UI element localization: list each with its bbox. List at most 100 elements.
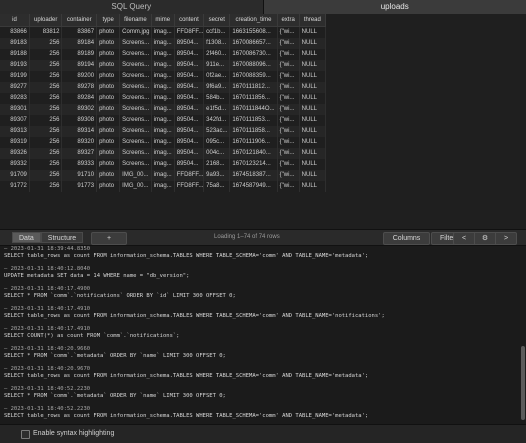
table-row[interactable]: 8919925689200photoScreens...imag...89504… [0,71,326,82]
table-cell-content[interactable]: 89504... [174,49,203,60]
table-cell-container[interactable]: 89314 [62,126,97,137]
table-row[interactable]: 8927725689278photoScreens...imag...89504… [0,82,326,93]
table-cell-extra[interactable]: {"wi... [277,71,299,82]
tab-sql-query[interactable]: SQL Query [0,0,263,14]
table-cell-thread[interactable]: NULL [299,148,325,159]
table-cell-uploader[interactable]: 256 [29,49,62,60]
table-cell-container[interactable]: 89302 [62,104,97,115]
table-cell-id[interactable]: 89307 [0,115,29,126]
table-cell-creation-time[interactable]: 1670111812... [230,82,277,93]
table-cell-secret[interactable]: 004c... [204,148,230,159]
table-cell-container[interactable]: 91773 [62,181,97,192]
table-cell-id[interactable]: 89283 [0,93,29,104]
table-cell-container[interactable]: 89308 [62,115,97,126]
table-cell-type[interactable]: photo [97,49,120,60]
table-cell-creation-time[interactable]: 1674587949... [230,181,277,192]
table-cell-id[interactable]: 91709 [0,170,29,181]
table-cell-container[interactable]: 91710 [62,170,97,181]
table-cell-secret[interactable]: 342fd... [204,115,230,126]
column-header-creation-time[interactable]: creation_time [230,14,277,27]
table-cell-mime[interactable]: imag... [151,170,174,181]
table-cell-container[interactable]: 89200 [62,71,97,82]
table-cell-container[interactable]: 89189 [62,49,97,60]
table-cell-mime[interactable]: imag... [151,60,174,71]
table-cell-thread[interactable]: NULL [299,137,325,148]
table-cell-container[interactable]: 89284 [62,93,97,104]
table-cell-container[interactable]: 89278 [62,82,97,93]
table-cell-container[interactable]: 89333 [62,159,97,170]
table-cell-content[interactable]: 89504... [174,71,203,82]
table-cell-secret[interactable]: 0f2ae... [204,71,230,82]
table-cell-type[interactable]: photo [97,104,120,115]
table-cell-content[interactable]: 89504... [174,38,203,49]
column-header-uploader[interactable]: uploader [29,14,62,27]
table-cell-uploader[interactable]: 256 [29,148,62,159]
column-header-secret[interactable]: secret [204,14,230,27]
table-cell-id[interactable]: 89332 [0,159,29,170]
table-cell-uploader[interactable]: 256 [29,115,62,126]
table-cell-thread[interactable]: NULL [299,49,325,60]
next-page-icon[interactable]: > [495,233,516,244]
table-cell-thread[interactable]: NULL [299,71,325,82]
table-cell-thread[interactable]: NULL [299,82,325,93]
table-row[interactable]: 8919325689194photoScreens...imag...89504… [0,60,326,71]
table-cell-filename[interactable]: Screens... [120,159,151,170]
table-cell-thread[interactable]: NULL [299,115,325,126]
table-cell-type[interactable]: photo [97,181,120,192]
table-cell-id[interactable]: 89183 [0,38,29,49]
table-cell-mime[interactable]: imag... [151,38,174,49]
table-cell-mime[interactable]: imag... [151,93,174,104]
table-cell-secret[interactable]: ccf1b... [204,27,230,39]
table-cell-filename[interactable]: Screens... [120,148,151,159]
table-cell-content[interactable]: 89504... [174,60,203,71]
table-cell-creation-time[interactable]: 1670111858... [230,126,277,137]
table-cell-filename[interactable]: IMG_00... [120,170,151,181]
table-cell-content[interactable]: 89504... [174,159,203,170]
settings-gear-icon[interactable]: ⚙ [474,233,495,244]
table-cell-id[interactable]: 89313 [0,126,29,137]
table-cell-thread[interactable]: NULL [299,181,325,192]
column-header-filename[interactable]: filename [120,14,151,27]
table-cell-container[interactable]: 89194 [62,60,97,71]
table-cell-creation-time[interactable]: 1674518387... [230,170,277,181]
table-row[interactable]: 8928325689284photoScreens...imag...89504… [0,93,326,104]
table-cell-filename[interactable]: Screens... [120,137,151,148]
table-cell-type[interactable]: photo [97,93,120,104]
table-cell-id[interactable]: 89326 [0,148,29,159]
table-cell-secret[interactable]: 9f6a9... [204,82,230,93]
table-cell-extra[interactable]: {"wi... [277,82,299,93]
table-cell-type[interactable]: photo [97,126,120,137]
tab-uploads[interactable]: uploads [263,0,526,14]
table-cell-id[interactable]: 89277 [0,82,29,93]
column-header-container[interactable]: container [62,14,97,27]
table-cell-extra[interactable]: {"wi... [277,93,299,104]
table-cell-content[interactable]: 89504... [174,82,203,93]
table-cell-secret[interactable]: 75a8... [204,181,230,192]
table-cell-uploader[interactable]: 256 [29,60,62,71]
table-cell-mime[interactable]: imag... [151,71,174,82]
table-cell-extra[interactable]: {"wi... [277,49,299,60]
table-cell-content[interactable]: FFD8FF... [174,170,203,181]
table-cell-creation-time[interactable]: 1663155608... [230,27,277,39]
table-row[interactable]: 8930725689308photoScreens...imag...89504… [0,115,326,126]
table-cell-type[interactable]: photo [97,115,120,126]
table-cell-filename[interactable]: Screens... [120,126,151,137]
column-header-type[interactable]: type [97,14,120,27]
table-cell-extra[interactable]: {"wi... [277,27,299,39]
table-row[interactable]: 8931925689320photoScreens...imag...89504… [0,137,326,148]
table-row[interactable]: 8918325689184photoScreens...imag...89504… [0,38,326,49]
table-cell-thread[interactable]: NULL [299,170,325,181]
table-cell-thread[interactable]: NULL [299,38,325,49]
table-cell-uploader[interactable]: 83812 [29,27,62,39]
table-cell-container[interactable]: 89320 [62,137,97,148]
table-cell-type[interactable]: photo [97,60,120,71]
table-cell-uploader[interactable]: 256 [29,126,62,137]
table-cell-type[interactable]: photo [97,159,120,170]
table-cell-creation-time[interactable]: 1670111856... [230,93,277,104]
table-cell-id[interactable]: 89301 [0,104,29,115]
add-row-button[interactable]: + Row [91,232,127,245]
query-log-console[interactable]: — 2023-01-31 18:39:44.8350SELECT table_r… [0,246,520,424]
table-cell-filename[interactable]: Screens... [120,71,151,82]
table-cell-filename[interactable]: Screens... [120,93,151,104]
table-cell-thread[interactable]: NULL [299,104,325,115]
